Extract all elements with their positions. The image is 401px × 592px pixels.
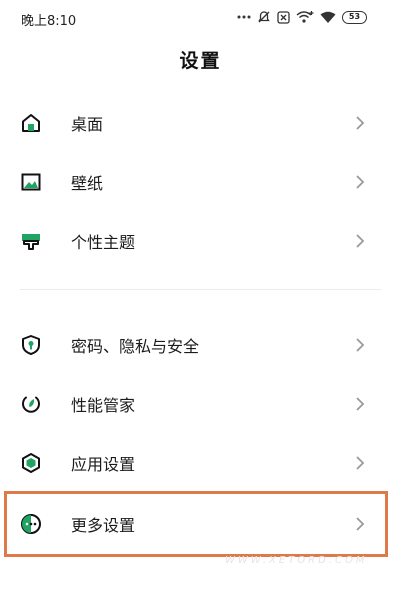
- settings-item-theme[interactable]: 个性主题: [0, 212, 401, 270]
- chevron-right-icon: [355, 396, 365, 412]
- app-settings-icon: [20, 452, 42, 474]
- chevron-right-icon: [355, 174, 365, 190]
- settings-item-desktop[interactable]: 桌面: [0, 94, 401, 152]
- highlight-annotation-box: [4, 491, 388, 557]
- wifi-icon: [320, 11, 336, 24]
- shield-icon: [20, 334, 42, 356]
- group-divider: [20, 289, 381, 290]
- watermark: WWW.XETORD.COM: [225, 555, 368, 566]
- more-dots-icon: [237, 14, 251, 20]
- settings-item-performance[interactable]: 性能管家: [0, 375, 401, 433]
- settings-item-label: 壁纸: [71, 174, 104, 193]
- battery-icon: 53: [342, 10, 367, 24]
- status-bar: 晚上8:10 53: [0, 0, 401, 36]
- chevron-right-icon: [355, 233, 365, 249]
- settings-item-label: 密码、隐私与安全: [71, 337, 200, 356]
- settings-item-label: 个性主题: [71, 233, 136, 252]
- settings-item-password-privacy-security[interactable]: 密码、隐私与安全: [0, 316, 401, 374]
- settings-item-app-settings[interactable]: 应用设置: [0, 434, 401, 492]
- performance-icon: [20, 393, 42, 415]
- settings-item-label: 性能管家: [71, 396, 136, 415]
- chevron-right-icon: [355, 455, 365, 471]
- wifi-calling-icon: [296, 10, 314, 24]
- chevron-right-icon: [355, 115, 365, 131]
- settings-item-wallpaper[interactable]: 壁纸: [0, 153, 401, 211]
- status-time: 晚上8:10: [21, 14, 77, 29]
- sim-off-icon: [277, 10, 290, 24]
- chevron-right-icon: [355, 337, 365, 353]
- settings-item-label: 应用设置: [71, 455, 136, 474]
- page-title: 设置: [179, 50, 222, 72]
- mute-alarm-icon: [257, 10, 271, 24]
- settings-item-label: 桌面: [71, 115, 104, 134]
- theme-icon: [20, 230, 42, 252]
- wallpaper-icon: [20, 171, 42, 193]
- home-icon: [20, 112, 42, 134]
- status-icons: 53: [237, 8, 367, 26]
